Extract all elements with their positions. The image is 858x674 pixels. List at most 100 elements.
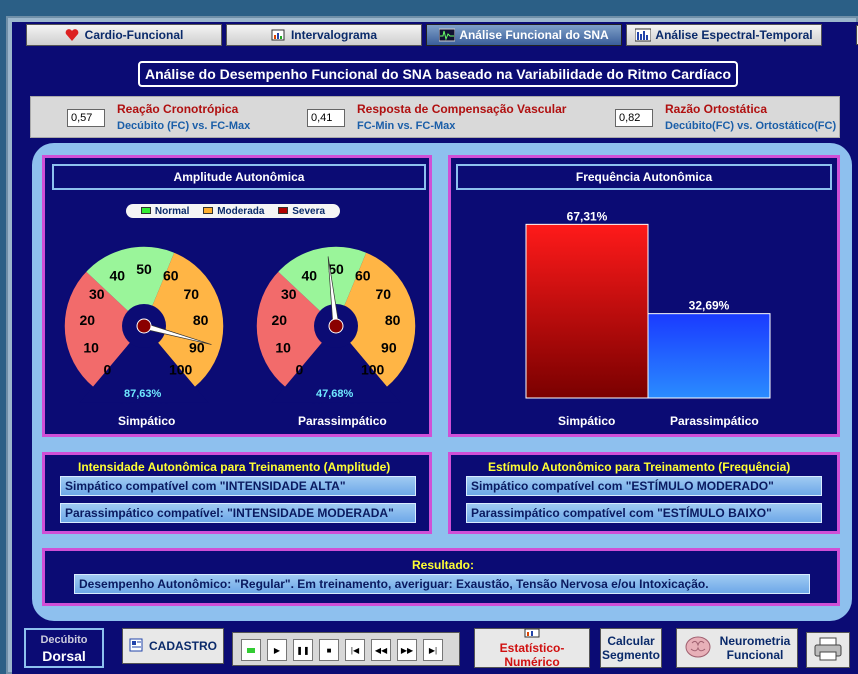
tab-intervalograma[interactable]: Intervalograma [226, 24, 422, 46]
skip-back-icon[interactable]: |◀ [345, 639, 365, 661]
legend-item-normal: Normal [140, 206, 189, 217]
estatistico-label: Estatístico-Numérico [499, 641, 565, 669]
metric-value-compensacao: 0,41 [307, 109, 345, 127]
fast-forward-icon[interactable]: ▶▶ [397, 639, 417, 661]
estimulo-parassimpatico: Parassimpático compatível com "ESTÍMULO … [466, 503, 822, 523]
gauge-pivot [328, 318, 344, 334]
ecg-icon [438, 28, 456, 42]
metric-title-compensacao: Resposta de Compensação Vascular [357, 102, 567, 116]
metric-value-ortostatica: 0,82 [615, 109, 653, 127]
tab-label: Análise Espectral-Temporal [655, 28, 813, 42]
gauge-tick-label: 100 [169, 362, 193, 378]
neurometria-label: Neurometria Funcional [720, 634, 791, 662]
gauge-tick-label: 60 [355, 268, 371, 284]
gauge-label-parassimpatico: Parassimpático [298, 414, 387, 428]
decubito-line2: Dorsal [42, 648, 86, 664]
metric-title-ortostatica: Razão Ortostática [665, 102, 768, 116]
gauge-tick-label: 90 [381, 339, 397, 355]
neurometria-funcional-button[interactable]: Neurometria Funcional [676, 628, 798, 668]
gauge-tick-label: 80 [385, 312, 401, 328]
calcular-line1: Calcular [607, 634, 655, 648]
calcular-line2: Segmento [601, 648, 660, 662]
gauge-tick-label: 30 [281, 286, 297, 302]
gauge-tick-label: 10 [275, 339, 291, 355]
legend-item-severa: Severa [278, 206, 325, 217]
estimulo-simpatico: Simpático compatível com "ESTÍMULO MODER… [466, 476, 822, 496]
tab-label: Cardio-Funcional [84, 28, 184, 42]
gauge-value-parassimpatico: 47,68% [316, 388, 354, 400]
tab-label: Intervalograma [290, 28, 378, 42]
gauge-tick-label: 0 [295, 362, 303, 378]
cadastro-label: CADASTRO [149, 639, 217, 653]
metric-subtitle-ortostatica: Decúbito(FC) vs. Ortostático(FC) [665, 120, 837, 132]
play-icon[interactable]: ▶ [267, 639, 287, 661]
frequencia-bar-chart: 67,31% 32,69% [525, 209, 771, 399]
tab-label: Análise Funcional do SNA [459, 28, 609, 42]
tab-espectral-temporal[interactable]: Análise Espectral-Temporal [626, 24, 822, 46]
gauge-tick-label: 70 [375, 286, 391, 302]
gauge-parassimpatico: 010203040 50 60708090100 [256, 245, 416, 404]
decubito-dorsal-button[interactable]: Decúbito Dorsal [24, 628, 104, 668]
intensidade-simpatico: Simpático compatível com "INTENSIDADE AL… [60, 476, 416, 496]
legend-item-moderada: Moderada [203, 206, 264, 217]
bar-label-parassimpatico: Parassimpático [670, 414, 759, 428]
metric-title-cronotropica: Reação Cronotrópica [117, 102, 239, 116]
printer-button[interactable] [806, 632, 850, 668]
calcular-segmento-button[interactable]: Calcular Segmento [600, 628, 662, 668]
gauge-tick-label: 0 [103, 362, 111, 378]
gauge-tick-label: 80 [193, 312, 209, 328]
tab-cardio-funcional[interactable]: Cardio-Funcional [26, 24, 222, 46]
gauge-tick-label: 50 [136, 261, 152, 277]
gauge-pivot [136, 318, 152, 334]
stop-icon[interactable]: ■ [319, 639, 339, 661]
metric-subtitle-cronotropica: Decúbito (FC) vs. FC-Max [117, 120, 251, 132]
decubito-line1: Decúbito [40, 634, 88, 646]
rewind-icon[interactable]: ◀◀ [371, 639, 391, 661]
neuro-line1: Neurometria [719, 634, 791, 648]
gauge-tick-label: 60 [163, 268, 179, 284]
gauge-tick-label: 40 [109, 268, 125, 284]
neuro-line2: Funcional [726, 648, 784, 662]
resultado-text: Desempenho Autonômico: "Regular". Em tre… [74, 574, 810, 594]
gauge-tick-label: 70 [183, 286, 199, 302]
tab-analise-funcional[interactable]: Análise Funcional do SNA [426, 24, 622, 46]
printer-icon [813, 636, 843, 665]
gauge-label-simpatico: Simpático [118, 414, 176, 428]
bar-parassimpatico [647, 313, 771, 399]
gauge-tick-label: 10 [83, 339, 99, 355]
metrics-bar: 0,57 Reação Cronotrópica Decúbito (FC) v… [30, 96, 840, 138]
heart-icon [65, 28, 79, 42]
gauge-tick-label: 20 [80, 312, 96, 328]
cadastro-button[interactable]: CADASTRO [122, 628, 224, 664]
bar-value-label: 67,31% [567, 209, 608, 223]
chart-icon [271, 28, 285, 42]
spectrum-icon [634, 28, 652, 42]
metric-value-cronotropica: 0,57 [67, 109, 105, 127]
estatistico-numerico-button[interactable]: Estatístico-Numérico [474, 627, 590, 669]
metric-subtitle-compensacao: FC-Min vs. FC-Max [357, 120, 456, 132]
tab-bar: Cardio-Funcional Intervalograma Análise … [26, 24, 858, 48]
resultado-title: Resultado: [412, 558, 475, 572]
bar-simpatico [525, 223, 649, 399]
estimulo-title: Estímulo Autonômico para Treinamento (Fr… [488, 460, 791, 474]
pause-icon[interactable]: ❚❚ [293, 639, 313, 661]
frequencia-title: Frequência Autonômica [456, 164, 832, 190]
gauge-tick-label: 40 [301, 268, 317, 284]
bar-label-simpatico: Simpático [558, 414, 616, 428]
cadastro-icon [129, 638, 143, 655]
skip-forward-icon[interactable]: ▶| [423, 639, 443, 661]
estatistico-icon [524, 627, 540, 641]
media-controls: ▶ ❚❚ ■ |◀ ◀◀ ▶▶ ▶| [232, 632, 460, 666]
gauge-legend: Normal Moderada Severa [126, 204, 340, 218]
gauge-tick-label: 30 [89, 286, 105, 302]
intensidade-title: Intensidade Autonômica para Treinamento … [78, 460, 391, 474]
gauge-tick-label: 20 [272, 312, 288, 328]
brain-icon [684, 635, 712, 662]
intensidade-parassimpatico: Parassimpático compatível: "INTENSIDADE … [60, 503, 416, 523]
amplitude-title: Amplitude Autonômica [52, 164, 426, 190]
gauge-tick-label: 100 [361, 362, 385, 378]
page-title: Análise do Desempenho Funcional do SNA b… [138, 61, 738, 87]
record-icon[interactable] [241, 639, 261, 661]
gauge-simpatico: 010203040 50 60708090100 [64, 245, 224, 404]
gauge-value-simpatico: 87,63% [124, 388, 162, 400]
